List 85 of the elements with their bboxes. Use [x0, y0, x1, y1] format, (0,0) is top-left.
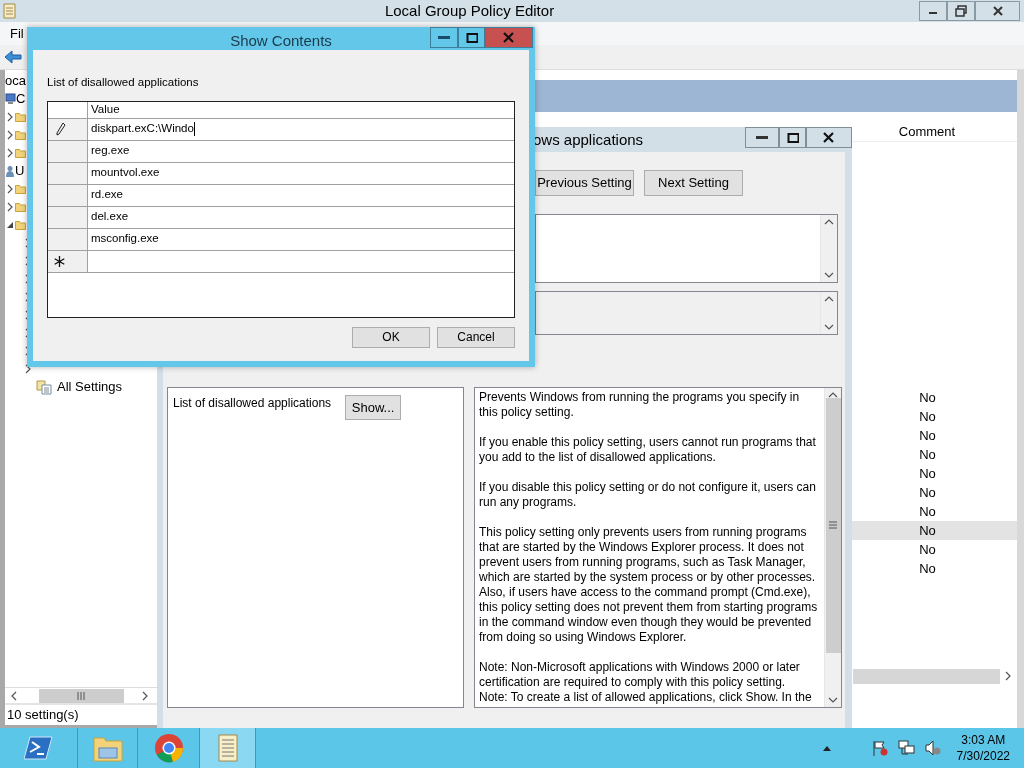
maximize-button[interactable]: [779, 127, 806, 148]
close-button[interactable]: [975, 1, 1020, 21]
table-cell[interactable]: mountvol.exe: [91, 166, 160, 181]
network-icon[interactable]: [897, 740, 915, 756]
table-cell[interactable]: No: [852, 445, 1017, 464]
collapsed-caret-icon[interactable]: [6, 201, 15, 213]
help-paragraph: If you disable this policy setting or do not configure it, users can run any programs.: [479, 480, 817, 510]
column-header[interactable]: Value: [88, 101, 514, 118]
selected-row[interactable]: No: [852, 521, 1017, 540]
show-button[interactable]: Show...: [345, 395, 402, 420]
folder-icon: [15, 148, 26, 158]
collapsed-caret-icon[interactable]: [6, 111, 15, 123]
show-hidden-icons-icon[interactable]: [821, 744, 832, 752]
table-cell[interactable]: No: [852, 388, 1017, 407]
collapsed-caret-icon[interactable]: [6, 183, 15, 195]
flag-icon[interactable]: [871, 740, 888, 756]
row-header[interactable]: [48, 250, 88, 272]
table-cell[interactable]: No: [852, 426, 1017, 445]
dialog-label: List of disallowed applications: [47, 76, 200, 90]
clock-date[interactable]: 7/30/2022: [956, 748, 1010, 764]
user-icon: [5, 164, 15, 178]
table-cell[interactable]: rd.exe: [91, 188, 123, 203]
option-label: List of disallowed applications: [173, 396, 332, 411]
tree-item[interactable]: U: [15, 163, 25, 179]
scrollbar-thumb[interactable]: [825, 397, 841, 653]
status-text: 10 setting(s): [5, 703, 157, 725]
table-cell[interactable]: del.exe: [91, 210, 129, 225]
dialog-title: Show Contents: [230, 31, 332, 50]
maximize-icon: [786, 131, 799, 144]
folder-icon: [15, 184, 26, 194]
table-cell[interactable]: No: [852, 407, 1017, 426]
table-cell[interactable]: No: [852, 483, 1017, 502]
close-icon: [503, 31, 515, 44]
minimize-icon: [756, 136, 768, 139]
table-cell[interactable]: No: [852, 559, 1017, 578]
window-title: Local Group Policy Editor: [383, 2, 556, 20]
maximize-icon: [465, 31, 478, 44]
comment-field[interactable]: [535, 214, 838, 283]
collapsed-caret-icon[interactable]: [6, 147, 15, 159]
minimize-button[interactable]: [745, 127, 779, 148]
restore-button[interactable]: [947, 1, 975, 21]
folder-icon: [15, 220, 26, 230]
cancel-button[interactable]: Cancel: [437, 326, 515, 348]
scrollbar-thumb[interactable]: [853, 668, 1000, 684]
tree-item[interactable]: All Settings: [57, 379, 123, 395]
minimize-icon: [438, 36, 450, 39]
restore-icon: [955, 5, 967, 17]
table-cell[interactable]: diskpart.exC:\Windo: [91, 122, 195, 137]
new-row-icon: [54, 255, 65, 267]
setting-button[interactable]: Previous Setting: [535, 170, 634, 196]
close-icon: [992, 6, 1003, 16]
folder-icon: [15, 112, 26, 122]
table-cell[interactable]: No: [852, 502, 1017, 521]
table-cell[interactable]: No: [852, 540, 1017, 559]
folder-icon: [15, 202, 26, 212]
table-cell[interactable]: reg.exe: [91, 144, 130, 159]
column-header[interactable]: Comment: [867, 122, 1017, 141]
close-button[interactable]: [806, 127, 852, 148]
clock-time[interactable]: 3:03 AM: [961, 732, 1006, 748]
back-arrow-icon[interactable]: [4, 50, 22, 64]
grip-icon: [77, 691, 85, 700]
table-cell[interactable]: No: [852, 464, 1017, 483]
minimize-button[interactable]: [919, 1, 947, 21]
collapsed-caret-icon[interactable]: [6, 129, 15, 141]
minimize-button[interactable]: [430, 27, 458, 48]
scrollbar-thumb[interactable]: [38, 688, 124, 703]
help-paragraph: If you enable this policy setting, users cannot run programs that you add to the list of disallowed applications.: [479, 435, 817, 465]
maximize-button[interactable]: [458, 27, 485, 48]
settings-icon: [36, 379, 52, 395]
ok-button[interactable]: OK: [352, 326, 430, 348]
close-icon: [823, 131, 835, 144]
table-cell[interactable]: msconfig.exe: [91, 232, 159, 247]
tree-item[interactable]: C: [16, 91, 26, 107]
folder-icon: [15, 130, 26, 140]
help-paragraph: This policy setting only prevents users from running programs that are started by the Windows Explorer process. It does not prevent users from running programs, such as Task Manager, which are started by the system process or by other processes. Also, if users have access to the command prompt (Cmd.exe), this policy setting does not prevent them from starting programs in the command window even though they would be prevented from doing so using Windows Explorer.: [479, 525, 819, 645]
help-paragraph: Note: Non-Microsoft applications with Windows 2000 or later certification are required to comply with this policy setting. Note: To create a list of allowed applications, click Show. In the: [479, 660, 813, 705]
tree-item[interactable]: oca: [5, 73, 26, 89]
setting-button[interactable]: Next Setting: [644, 170, 743, 196]
speaker-icon[interactable]: [924, 740, 941, 756]
computer-icon: [5, 93, 16, 105]
powershell-icon: [23, 733, 54, 763]
chrome-icon: [153, 733, 184, 763]
help-paragraph: Prevents Windows from running the programs you specify in this policy setting.: [479, 390, 801, 420]
menu-item[interactable]: Fil: [10, 25, 24, 42]
grip-icon: [829, 521, 837, 529]
